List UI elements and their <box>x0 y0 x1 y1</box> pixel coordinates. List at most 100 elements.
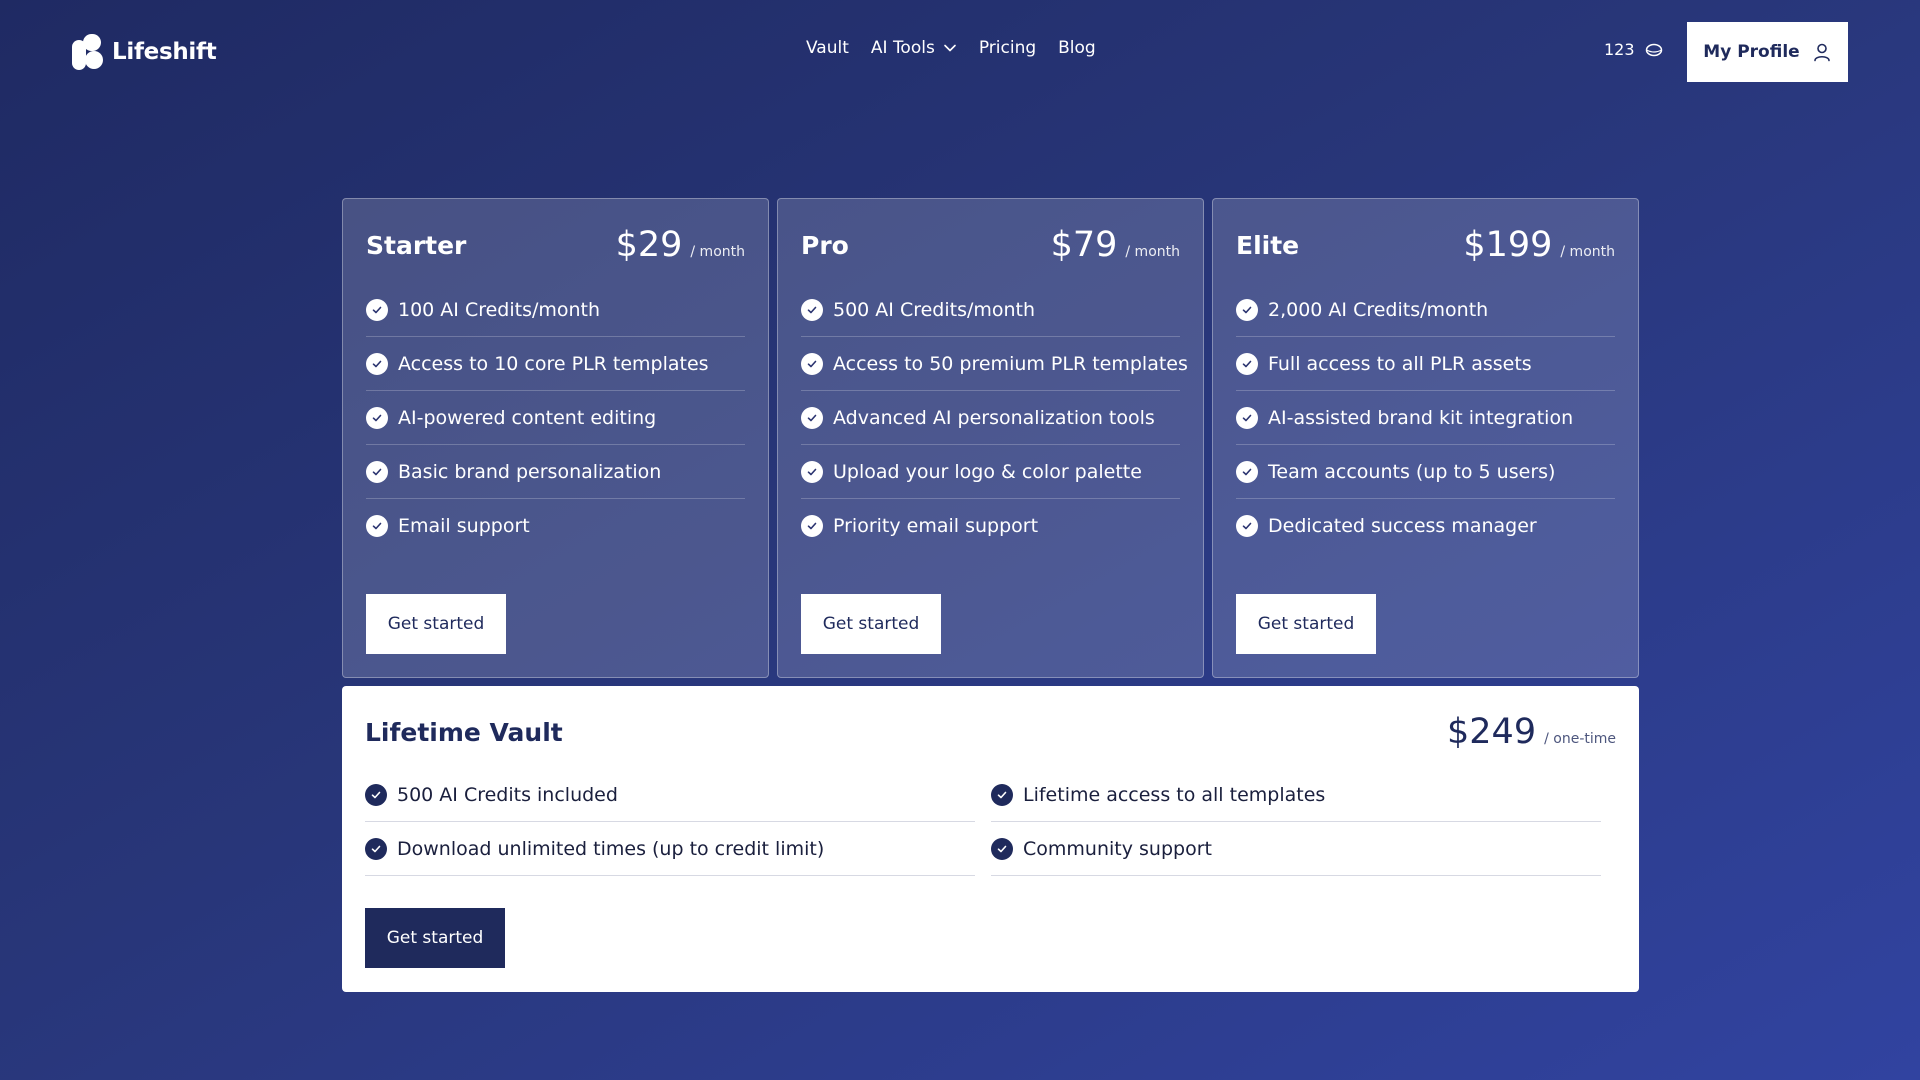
price-period: / month <box>1560 244 1615 260</box>
feature-text: Priority email support <box>833 515 1039 537</box>
feature-text: Lifetime access to all templates <box>1023 783 1326 806</box>
price-period: / month <box>1125 244 1180 260</box>
check-icon <box>801 515 823 537</box>
plan-header: Lifetime Vault $249 / one-time <box>365 710 1616 754</box>
plan-card-starter: Starter $29 / month 100 AI Credits/month… <box>342 198 769 678</box>
feature-list: 100 AI Credits/month Access to 10 core P… <box>366 283 745 553</box>
lifeshift-logo-icon <box>72 34 104 70</box>
plan-price: $199 / month <box>1463 225 1615 265</box>
check-icon <box>1236 515 1258 537</box>
nav-blog[interactable]: Blog <box>1058 38 1096 58</box>
feature-item: Community support <box>991 822 1601 876</box>
feature-item: 500 AI Credits included <box>365 768 975 822</box>
logo[interactable]: Lifeshift <box>72 34 217 70</box>
feature-item: Upload your logo & color palette <box>801 445 1180 499</box>
check-icon <box>366 298 388 321</box>
check-icon <box>366 515 388 537</box>
plan-price: $29 / month <box>616 225 745 265</box>
feature-text: Full access to all PLR assets <box>1268 352 1532 375</box>
plan-price: $79 / month <box>1051 225 1180 265</box>
feature-text: 500 AI Credits included <box>397 783 618 806</box>
check-icon <box>366 460 388 483</box>
feature-item: 100 AI Credits/month <box>366 283 745 337</box>
feature-text: Download unlimited times (up to credit l… <box>397 837 825 860</box>
my-profile-label: My Profile <box>1703 42 1800 62</box>
credits-value: 123 <box>1604 40 1635 59</box>
plan-name: Lifetime Vault <box>365 717 563 747</box>
feature-text: AI-powered content editing <box>398 406 657 429</box>
main-nav: Vault AI Tools Pricing Blog <box>806 38 1096 58</box>
nav-pricing[interactable]: Pricing <box>979 38 1036 58</box>
plan-card-pro: Pro $79 / month 500 AI Credits/month Acc… <box>777 198 1204 678</box>
price-amount: $249 <box>1447 712 1537 752</box>
feature-text: AI-assisted brand kit integration <box>1268 406 1574 429</box>
feature-item: Lifetime access to all templates <box>991 768 1601 822</box>
site-header: Lifeshift Vault AI Tools Pricing Blog 12… <box>0 0 1920 104</box>
price-amount: $199 <box>1463 225 1553 265</box>
nav-ai-tools[interactable]: AI Tools <box>871 38 957 58</box>
chevron-down-icon <box>943 41 957 55</box>
feature-text: Upload your logo & color palette <box>833 460 1142 483</box>
feature-item: Email support <box>366 499 745 553</box>
check-icon <box>801 298 823 321</box>
feature-text: 2,000 AI Credits/month <box>1268 298 1489 321</box>
coin-icon <box>1645 43 1663 57</box>
plan-header: Starter $29 / month <box>366 223 745 267</box>
feature-item: 2,000 AI Credits/month <box>1236 283 1615 337</box>
nav-ai-tools-label: AI Tools <box>870 38 935 58</box>
plan-name: Elite <box>1236 230 1300 260</box>
check-icon <box>365 837 387 860</box>
price-amount: $79 <box>1050 225 1118 265</box>
price-period: / month <box>690 244 745 260</box>
get-started-button-lifetime[interactable]: Get started <box>365 908 505 968</box>
check-icon <box>991 783 1013 806</box>
feature-text: Team accounts (up to 5 users) <box>1268 460 1556 483</box>
credits-counter: 123 <box>1604 40 1663 59</box>
feature-item: Access to 10 core PLR templates <box>366 337 745 391</box>
price-period: / one-time <box>1544 731 1616 747</box>
plan-card-lifetime-vault: Lifetime Vault $249 / one-time 500 AI Cr… <box>342 686 1639 992</box>
price-amount: $29 <box>615 225 683 265</box>
feature-list: 500 AI Credits included Lifetime access … <box>365 768 1616 876</box>
check-icon <box>1236 352 1258 375</box>
feature-text: 500 AI Credits/month <box>833 298 1036 321</box>
feature-item: Basic brand personalization <box>366 445 745 499</box>
feature-text: Community support <box>1023 837 1212 860</box>
feature-item: Access to 50 premium PLR templates <box>801 337 1188 391</box>
check-icon <box>1236 298 1258 321</box>
feature-text: Basic brand personalization <box>398 460 662 483</box>
feature-text: Dedicated success manager <box>1268 515 1537 537</box>
get-started-button-elite[interactable]: Get started <box>1236 594 1376 654</box>
check-icon <box>991 837 1013 860</box>
my-profile-button[interactable]: My Profile <box>1687 22 1848 82</box>
feature-text: Email support <box>398 515 530 537</box>
plan-header: Elite $199 / month <box>1236 223 1615 267</box>
check-icon <box>801 406 823 429</box>
feature-item: AI-assisted brand kit integration <box>1236 391 1615 445</box>
feature-item: 500 AI Credits/month <box>801 283 1180 337</box>
plan-name: Starter <box>366 230 467 260</box>
feature-text: Access to 10 core PLR templates <box>398 352 709 375</box>
feature-item: Download unlimited times (up to credit l… <box>365 822 975 876</box>
feature-text: Access to 50 premium PLR templates <box>833 352 1188 375</box>
feature-item: Advanced AI personalization tools <box>801 391 1180 445</box>
feature-item: AI-powered content editing <box>366 391 745 445</box>
plan-name: Pro <box>801 230 849 260</box>
feature-item: Full access to all PLR assets <box>1236 337 1615 391</box>
check-icon <box>1236 460 1258 483</box>
get-started-button-starter[interactable]: Get started <box>366 594 506 654</box>
nav-vault[interactable]: Vault <box>806 38 849 58</box>
logo-text: Lifeshift <box>112 39 217 65</box>
plan-card-elite: Elite $199 / month 2,000 AI Credits/mont… <box>1212 198 1639 678</box>
check-icon <box>801 352 823 375</box>
feature-list: 2,000 AI Credits/month Full access to al… <box>1236 283 1615 553</box>
check-icon <box>1236 406 1258 429</box>
feature-text: 100 AI Credits/month <box>398 298 601 321</box>
feature-list: 500 AI Credits/month Access to 50 premiu… <box>801 283 1188 553</box>
feature-item: Team accounts (up to 5 users) <box>1236 445 1615 499</box>
get-started-button-pro[interactable]: Get started <box>801 594 941 654</box>
check-icon <box>801 460 823 483</box>
feature-text: Advanced AI personalization tools <box>833 406 1155 429</box>
check-icon <box>366 352 388 375</box>
user-icon <box>1812 42 1832 62</box>
